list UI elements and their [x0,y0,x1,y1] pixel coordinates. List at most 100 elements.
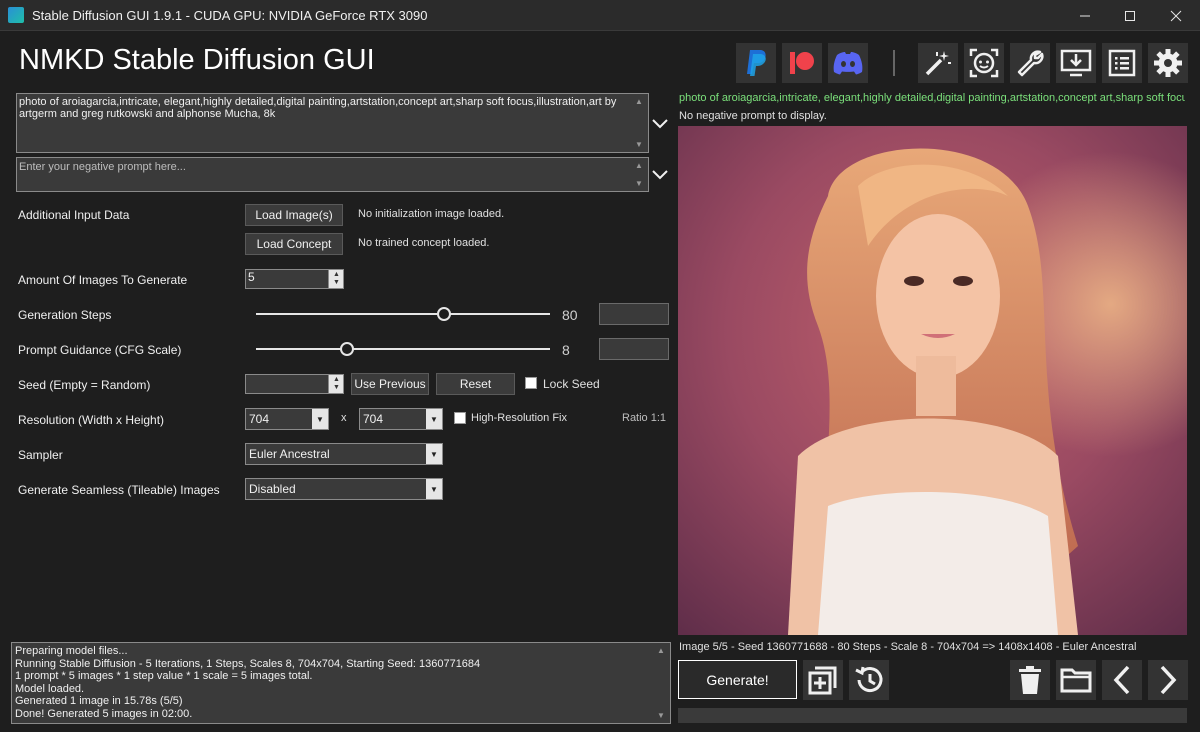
chevron-down-icon[interactable]: ▼ [426,444,442,464]
history-icon [855,666,883,693]
chevron-down-icon[interactable]: ▼ [426,409,442,429]
paypal-icon [747,50,766,76]
log-line: Generated 1 image in 15.78s (5/5) [15,695,183,707]
face-restore-button[interactable] [964,43,1004,83]
app-title: NMKD Stable Diffusion GUI [19,44,375,76]
hires-fix-checkbox[interactable] [454,412,466,424]
log-scrollbar[interactable]: ▲ ▼ [654,644,669,722]
close-button[interactable] [1153,0,1199,31]
chevron-down-icon [652,119,668,129]
enqueue-button[interactable] [803,660,843,700]
steps-slider-thumb[interactable] [437,307,452,321]
log-lines: Preparing model files... Running Stable D… [15,645,480,720]
scroll-up-icon[interactable]: ▲ [635,161,643,170]
steps-input[interactable] [599,303,669,325]
generate-button[interactable]: Generate! [678,660,797,699]
title-bar: Stable Diffusion GUI 1.9.1 - CUDA GPU: N… [0,0,1200,31]
amount-stepper[interactable]: 5 ▲ ▼ [245,269,344,289]
seamless-dropdown[interactable]: Disabled ▼ [245,478,443,500]
scroll-down-icon[interactable]: ▼ [635,179,643,188]
hires-fix-label: High-Resolution Fix [471,412,567,424]
seed-spin-buttons[interactable]: ▲ ▼ [328,375,343,393]
height-value: 704 [363,412,384,426]
scroll-up-icon[interactable]: ▲ [635,97,643,106]
delete-image-button[interactable] [1010,660,1050,700]
discord-button[interactable] [828,43,868,83]
aspect-ratio-label: Ratio 1:1 [622,412,667,424]
maximize-icon [1125,10,1135,21]
gear-icon [1154,49,1182,77]
settings-tools-button[interactable] [1010,43,1050,83]
prompt-history-button[interactable] [849,660,889,700]
expand-negative-prompt-button[interactable] [650,165,670,185]
cfg-input[interactable] [599,338,669,360]
toolbar-separator [893,50,895,76]
minimize-button[interactable] [1062,0,1108,31]
seamless-label: Generate Seamless (Tileable) Images [18,483,220,497]
paypal-button[interactable] [736,43,776,83]
chevron-down-icon[interactable]: ▼ [426,479,442,499]
chevron-left-icon [1113,665,1130,695]
cfg-slider-track[interactable] [256,348,550,350]
generation-progress-bar [678,708,1187,723]
load-concept-button[interactable]: Load Concept [245,233,343,255]
face-restore-icon [969,48,999,78]
width-dropdown[interactable]: 704 ▼ [245,408,329,430]
next-image-button[interactable] [1148,660,1188,700]
discord-icon [833,52,863,75]
folder-icon [1060,668,1092,693]
negative-prompt-placeholder: Enter your negative prompt here... [19,161,186,173]
previous-image-button[interactable] [1102,660,1142,700]
minimize-icon [1080,15,1090,16]
lock-seed-checkbox[interactable] [525,377,537,389]
lock-seed-label: Lock Seed [543,377,600,391]
generated-image[interactable] [678,126,1187,635]
sampler-dropdown[interactable]: Euler Ancestral ▼ [245,443,443,465]
seed-input[interactable]: ▲ ▼ [245,374,344,394]
reset-seed-button[interactable]: Reset [436,373,515,395]
prompt-textbox[interactable]: photo of aroiagarcia,intricate, elegant,… [16,93,649,153]
resolution-x-label: x [341,412,347,424]
log-line: Preparing model files... [15,645,128,657]
steps-value: 80 [562,307,578,323]
log-line: Model loaded. [15,682,85,695]
open-output-folder-button[interactable] [1056,660,1096,700]
window-title: Stable Diffusion GUI 1.9.1 - CUDA GPU: N… [32,8,428,23]
scroll-down-icon[interactable]: ▼ [635,140,643,149]
prompt-scrollbar[interactable]: ▲ ▼ [632,95,647,151]
negative-prompt-textbox[interactable]: Enter your negative prompt here... ▲ ▼ [16,157,649,192]
width-value: 704 [249,412,270,426]
additional-input-label: Additional Input Data [18,208,130,222]
init-image-status: No initialization image loaded. [358,208,505,220]
negative-prompt-scrollbar[interactable]: ▲ ▼ [632,159,647,190]
chevron-right-icon [1160,665,1177,695]
prompt-tools-button[interactable] [918,43,958,83]
cfg-slider-thumb[interactable] [340,342,355,356]
use-previous-seed-button[interactable]: Use Previous [351,373,429,395]
resolution-label: Resolution (Width x Height) [18,413,165,427]
wrench-icon [1017,50,1044,77]
settings-button[interactable] [1148,43,1188,83]
sampler-value: Euler Ancestral [249,447,330,461]
expand-prompt-button[interactable] [650,114,670,134]
steps-slider-track[interactable] [256,313,550,315]
scroll-down-icon[interactable]: ▼ [657,711,665,720]
scroll-up-icon[interactable]: ▲ [657,646,665,655]
amount-label: Amount Of Images To Generate [18,273,188,287]
install-button[interactable] [1056,43,1096,83]
seed-label: Seed (Empty = Random) [18,378,151,392]
height-dropdown[interactable]: 704 ▼ [359,408,443,430]
log-textbox[interactable]: Preparing model files... Running Stable D… [11,642,671,724]
magic-wand-icon [925,51,951,76]
log-line: Running Stable Diffusion - 5 Iterations,… [15,657,481,670]
concept-status: No trained concept loaded. [358,237,490,249]
load-image-button[interactable]: Load Image(s) [245,204,343,226]
amount-spin-buttons[interactable]: ▲ ▼ [328,270,343,288]
chevron-down-icon[interactable]: ▼ [312,409,328,429]
patreon-button[interactable] [782,43,822,83]
maximize-button[interactable] [1107,0,1153,31]
history-list-button[interactable] [1102,43,1142,83]
list-icon [1108,49,1136,77]
portrait-image [678,126,1187,635]
sampler-label: Sampler [18,448,63,462]
